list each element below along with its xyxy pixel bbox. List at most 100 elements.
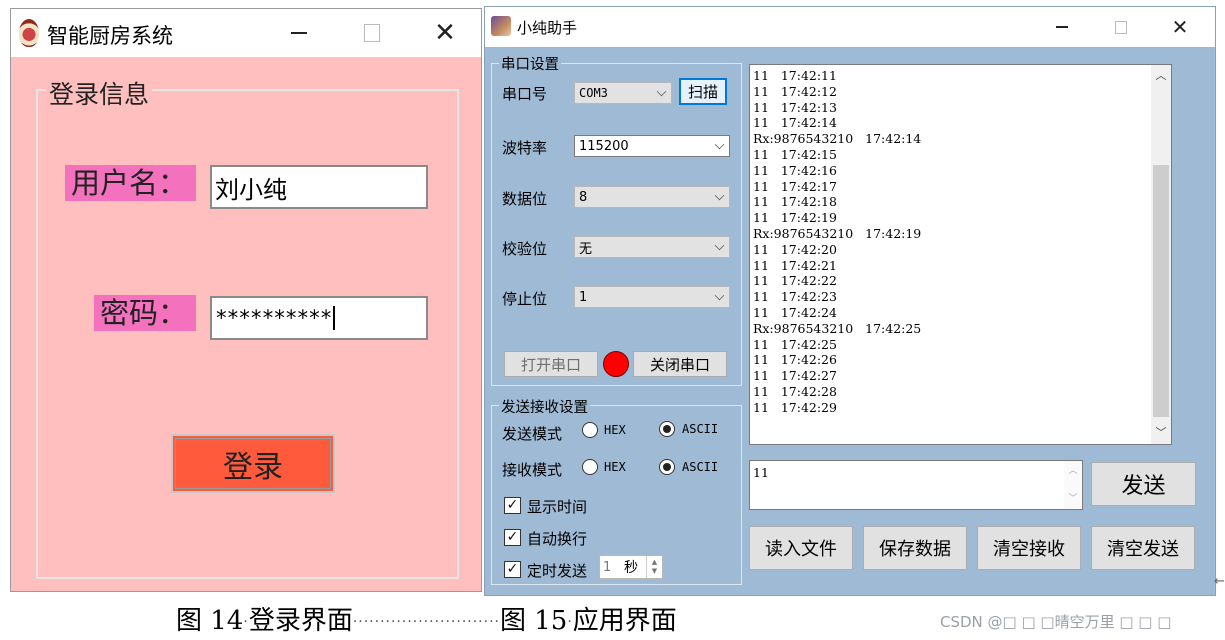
maximize-button[interactable]	[349, 10, 395, 56]
receive-line: 11 17:42:12	[753, 84, 1153, 100]
parity-value: 无	[579, 238, 592, 257]
chevron-up-icon[interactable]: ︿	[1151, 67, 1171, 85]
caption-right-number: 图 15	[500, 606, 567, 636]
caption-left-title: 登录界面	[249, 606, 353, 636]
clear-receive-button[interactable]: 清空接收	[977, 526, 1081, 570]
receive-textarea[interactable]: 11 17:42:1111 17:42:1211 17:42:13 11 17:4…	[749, 64, 1172, 445]
receive-line: Rx:9876543210 17:42:14	[753, 131, 1153, 147]
username-label: 用户名：	[65, 165, 196, 201]
chevron-down-icon	[715, 241, 725, 251]
send-text: 11	[753, 465, 769, 480]
maximize-button[interactable]	[1098, 4, 1144, 50]
show-time-label: 显示时间	[527, 496, 587, 517]
receive-line: 11 17:42:16	[753, 163, 1153, 179]
close-button[interactable]: ✕	[422, 10, 468, 56]
recv-hex-label: HEX	[604, 460, 626, 474]
data-bits-label: 数据位	[502, 188, 547, 209]
recv-hex-radio[interactable]	[582, 459, 598, 475]
auto-wrap-checkbox[interactable]: ✓	[504, 529, 521, 546]
stop-bits-select[interactable]: 1	[574, 286, 730, 308]
app-avatar-icon	[491, 16, 511, 36]
load-file-button[interactable]: 读入文件	[749, 526, 853, 570]
interval-unit: 秒	[618, 557, 644, 577]
open-port-button[interactable]: 打开串口	[504, 351, 598, 377]
interval-value: 1	[600, 560, 618, 575]
helper-window-title: 小纯助手	[517, 17, 577, 38]
receive-line: Rx:9876543210 17:42:25	[753, 321, 1153, 337]
receive-line: 11 17:42:29	[753, 400, 1153, 416]
chevron-down-icon	[715, 291, 725, 301]
show-time-checkbox[interactable]: ✓	[504, 497, 521, 514]
receive-line: 11 17:42:11	[753, 68, 1153, 84]
chevron-down-icon	[657, 87, 667, 97]
receive-line: 11 17:42:21	[753, 258, 1153, 274]
send-textarea[interactable]: 11 ︿ ﹀	[749, 460, 1083, 510]
watermark: CSDN @□ □ □晴空万里 □ □ □	[940, 611, 1171, 632]
stop-bits-label: 停止位	[502, 288, 547, 309]
receive-line: 11 17:42:17	[753, 179, 1153, 195]
scrollbar-thumb[interactable]	[1153, 165, 1169, 417]
text-caret	[333, 306, 335, 330]
receive-log: 11 17:42:1111 17:42:1211 17:42:13 11 17:4…	[753, 68, 1153, 416]
data-bits-select[interactable]: 8	[574, 186, 730, 208]
password-input[interactable]: **********	[210, 296, 428, 340]
port-label: 串口号	[502, 83, 547, 104]
close-port-button[interactable]: 关闭串口	[633, 351, 727, 377]
password-value: **********	[215, 306, 331, 330]
timed-send-checkbox[interactable]: ✓	[504, 561, 521, 578]
app-logo-icon	[19, 19, 39, 47]
chevron-down-icon[interactable]: ﹀	[1064, 490, 1082, 508]
username-value: 刘小纯	[215, 170, 287, 205]
receive-line: 11 17:42:28	[753, 384, 1153, 400]
scroll-left-icon: ←	[1214, 574, 1225, 589]
send-hex-radio[interactable]	[582, 422, 598, 438]
stop-bits-value: 1	[579, 290, 587, 305]
receive-line: 11 17:42:15	[753, 147, 1153, 163]
username-input[interactable]: 刘小纯	[210, 165, 428, 209]
chevron-down-icon[interactable]: ﹀	[1151, 424, 1171, 442]
serial-settings-title: 串口设置	[499, 53, 561, 74]
port-value: COM3	[579, 86, 608, 100]
login-button[interactable]: 登录	[171, 434, 335, 493]
clear-send-button[interactable]: 清空发送	[1091, 526, 1195, 570]
parity-select[interactable]: 无	[574, 236, 730, 258]
parity-label: 校验位	[502, 238, 547, 259]
maximize-icon	[364, 24, 380, 42]
serial-settings-groupbox	[491, 63, 742, 386]
interval-stepper[interactable]: 1 秒 ▲▼	[599, 555, 663, 579]
minimize-icon	[291, 32, 307, 34]
maximize-icon	[1115, 21, 1127, 34]
caption-left-number: 图 14	[176, 606, 243, 636]
helper-titlebar[interactable]: 小纯助手 ✕	[485, 7, 1215, 47]
stepper-arrows-icon[interactable]: ▲▼	[646, 556, 662, 578]
close-icon: ✕	[1172, 17, 1189, 37]
send-scrollbar[interactable]: ︿ ﹀	[1064, 461, 1082, 509]
port-select[interactable]: COM3	[574, 82, 672, 104]
receive-line: Rx:9876543210 17:42:19	[753, 226, 1153, 242]
txrx-settings-title: 发送接收设置	[499, 396, 590, 417]
send-button[interactable]: 发送	[1091, 462, 1196, 506]
send-ascii-radio[interactable]	[659, 421, 675, 437]
receive-line: 11 17:42:13	[753, 100, 1153, 116]
receive-line: 11 17:42:24	[753, 305, 1153, 321]
receive-line: 11 17:42:20	[753, 242, 1153, 258]
minimize-button[interactable]	[276, 10, 322, 56]
close-button[interactable]: ✕	[1157, 4, 1203, 50]
recv-ascii-radio[interactable]	[659, 459, 675, 475]
data-bits-value: 8	[579, 190, 587, 205]
save-data-button[interactable]: 保存数据	[863, 526, 967, 570]
scan-button[interactable]: 扫描	[679, 78, 727, 105]
chevron-down-icon	[715, 140, 725, 150]
caption-right-title: 应用界面	[573, 606, 677, 636]
login-titlebar[interactable]: 智能厨房系统 ✕	[11, 9, 481, 57]
chevron-up-icon[interactable]: ︿	[1064, 462, 1082, 480]
receive-line: 11 17:42:18	[753, 194, 1153, 210]
send-ascii-label: ASCII	[682, 422, 718, 436]
baud-select[interactable]: 115200	[574, 135, 730, 157]
receive-line: 11 17:42:23	[753, 289, 1153, 305]
minimize-button[interactable]	[1039, 4, 1085, 50]
auto-wrap-label: 自动换行	[527, 528, 587, 549]
baud-value: 115200	[579, 139, 629, 154]
send-hex-label: HEX	[604, 423, 626, 437]
receive-scrollbar[interactable]: ︿ ﹀	[1151, 65, 1171, 444]
